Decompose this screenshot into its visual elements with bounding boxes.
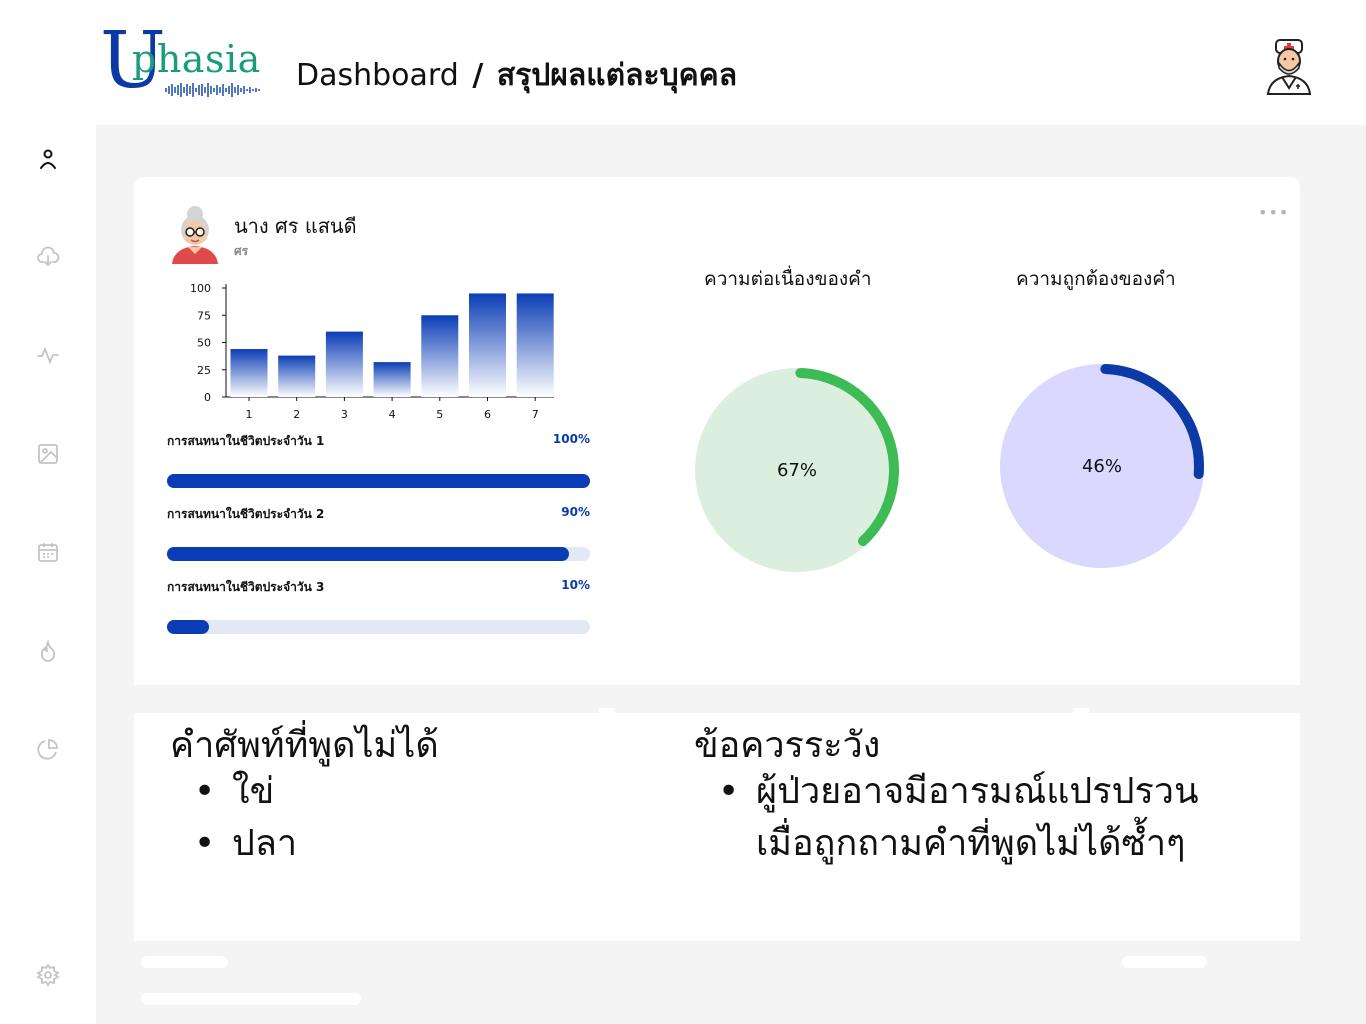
progress-label: การสนทนาในชีวิตประจำวัน 1 [167, 434, 325, 448]
settings-icon[interactable] [36, 963, 60, 987]
skeleton-placeholder [1122, 956, 1207, 968]
image-icon[interactable] [36, 442, 60, 466]
y-tick-label: 100 [190, 282, 211, 295]
bar [373, 362, 411, 397]
page-title: Dashboard / สรุปผลแต่ละบุคคล [296, 52, 737, 99]
gauge-title-continuity: ความต่อเนื่องของคำ [704, 268, 872, 290]
activity-icon[interactable] [36, 343, 60, 367]
app-header: U phasia Dashboard / สรุปผลแต่ละบุคคล [0, 0, 1366, 125]
y-tick-label: 0 [204, 391, 211, 404]
pie-chart-icon[interactable] [36, 737, 60, 761]
gauge-value: 67% [777, 460, 817, 481]
user-icon[interactable] [36, 147, 60, 171]
flame-icon[interactable] [36, 639, 60, 663]
logo-text: phasia [132, 37, 261, 81]
doctor-avatar[interactable] [1262, 34, 1316, 96]
bar [421, 315, 459, 397]
gauge-title-accuracy: ความถูกต้องของคำ [1016, 268, 1176, 290]
patient-nickname: ศร [234, 244, 249, 258]
progress-track [167, 547, 590, 561]
x-tick-label: 6 [484, 408, 491, 421]
x-tick-label: 5 [436, 408, 443, 421]
patient-name: นาง ศร แสนดี [234, 214, 357, 238]
bar [278, 355, 316, 397]
progress-value: 90% [561, 505, 590, 519]
more-options-icon[interactable]: ••• [1258, 203, 1289, 222]
uphasia-logo[interactable]: U phasia [100, 22, 270, 108]
progress-fill [167, 474, 590, 488]
continuity-gauge: 67% [695, 367, 899, 572]
patient-avatar [172, 206, 218, 264]
unspoken-words-list: ใข่ ปลา [172, 766, 297, 870]
progress-value: 10% [561, 578, 590, 592]
bar [469, 293, 506, 397]
progress-track [167, 620, 590, 634]
list-item-continued: เมื่อถูกถามคำที่พูดไม่ได้ซ้ำๆ [756, 823, 1186, 864]
progress-fill [167, 547, 569, 561]
list-item: ใข่ [172, 766, 297, 818]
y-tick-label: 75 [197, 309, 211, 322]
progress-track [167, 474, 590, 488]
skeleton-placeholder [141, 956, 228, 968]
y-tick-label: 50 [197, 337, 211, 350]
progress-fill [167, 620, 210, 634]
cloud-download-icon[interactable] [36, 245, 60, 269]
x-tick-label: 3 [341, 408, 348, 421]
x-tick-label: 2 [293, 408, 300, 421]
y-tick-label: 25 [197, 364, 211, 377]
sidebar [0, 125, 96, 1024]
progress-label: การสนทนาในชีวิตประจำวัน 3 [167, 580, 325, 594]
skeleton-placeholder [141, 993, 361, 1005]
calendar-icon[interactable] [36, 540, 60, 564]
bar-chart: 0 25 50 75 100 1 2 3 4 5 6 7 [190, 282, 554, 421]
progress-value: 100% [552, 432, 590, 446]
bar [230, 349, 268, 397]
accuracy-gauge: 46% [1000, 363, 1204, 568]
list-item: ผู้ป่วยอาจมีอารมณ์แปรปรวน [696, 766, 1199, 818]
cautions-list: ผู้ป่วยอาจมีอารมณ์แปรปรวน เมื่อถูกถามคำท… [696, 766, 1199, 870]
cautions-title: ข้อควรระวัง [694, 725, 881, 766]
breadcrumb-dashboard[interactable]: Dashboard [296, 58, 459, 93]
x-tick-label: 4 [389, 408, 396, 421]
gauge-value: 46% [1082, 456, 1122, 477]
list-item: ปลา [172, 818, 297, 870]
x-tick-label: 1 [246, 408, 253, 421]
sound-wave-icon [165, 83, 260, 97]
breadcrumb-current: สรุปผลแต่ละบุคคล [496, 58, 738, 93]
bar [516, 293, 554, 397]
unspoken-words-title: คำศัพท์ที่พูดไม่ได้ [170, 725, 439, 766]
progress-label: การสนทนาในชีวิตประจำวัน 2 [167, 507, 325, 521]
breadcrumb-separator: / [472, 58, 484, 93]
x-tick-label: 7 [532, 408, 539, 421]
bar [325, 331, 363, 397]
